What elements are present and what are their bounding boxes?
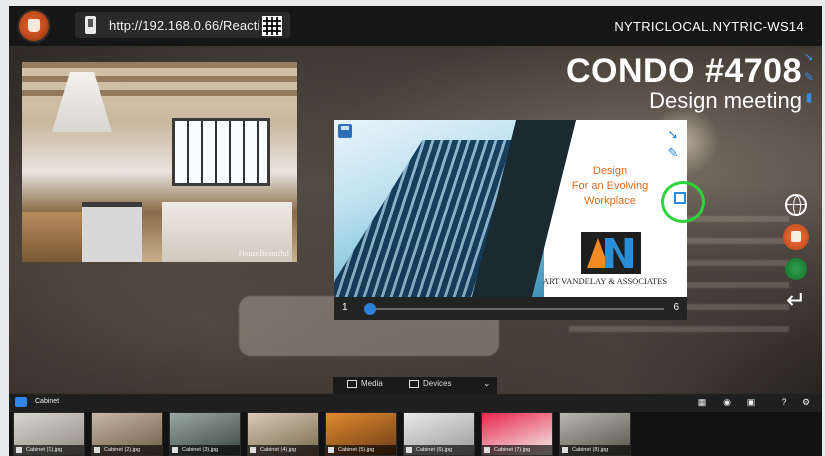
camera-icon[interactable]: ◉ xyxy=(722,397,732,407)
thumbnail-caption: Cabinet (8).jpg xyxy=(560,445,630,455)
url-box[interactable]: http://192.168.0.66/Reactiv xyxy=(75,12,290,38)
thumbnail-item[interactable]: Cabinet (2).jpg xyxy=(91,412,163,456)
folder-icon[interactable] xyxy=(15,397,27,407)
monitor-icon xyxy=(409,379,419,388)
presentation-title: CONDO #4708 xyxy=(565,52,802,90)
image-icon xyxy=(406,447,412,453)
pointer-icon[interactable]: ➘ xyxy=(665,126,681,144)
app-screen: http://192.168.0.66/Reactiv NYTRICLOCAL.… xyxy=(9,6,822,456)
slide-heading: Design For an Evolving Workplace xyxy=(562,164,658,209)
viewer-toolbar: ➘ ✎ xyxy=(665,126,681,162)
thumbnail-item[interactable]: Cabinet (7).jpg xyxy=(481,412,553,456)
thumbnail-item[interactable]: Cabinet (4).jpg xyxy=(247,412,319,456)
grid-icon[interactable]: ▦ xyxy=(697,397,707,407)
fullscreen-highlight-circle xyxy=(661,181,705,223)
slide-heading-line: Workplace xyxy=(584,195,636,207)
thumbnail-item[interactable]: Cabinet (8).jpg xyxy=(559,412,631,456)
folder-name: Cabinet xyxy=(35,398,60,405)
slider-handle[interactable] xyxy=(364,303,376,315)
image-icon xyxy=(250,447,256,453)
top-bar: http://192.168.0.66/Reactiv NYTRICLOCAL.… xyxy=(9,6,822,46)
thumbnail-item[interactable]: Cabinet (6).jpg xyxy=(403,412,475,456)
slide-heading-line: Design xyxy=(592,165,628,177)
pen-icon[interactable]: ✎ xyxy=(802,70,816,84)
hostname-label: NYTRICLOCAL.NYTRIC-WS14 xyxy=(614,19,804,34)
thumbnail-caption: Cabinet (2).jpg xyxy=(92,445,162,455)
media-bar: Cabinet ▦ ◉ ▣ ? ⚙ xyxy=(9,394,822,412)
settings-icon[interactable]: ⚙ xyxy=(801,397,811,407)
thumbnail-caption: Cabinet (1).jpg xyxy=(14,445,84,455)
tab-devices[interactable]: Devices xyxy=(409,379,451,388)
window-icon[interactable]: ▣ xyxy=(746,397,756,407)
chevron-down-icon[interactable]: ⌄ xyxy=(483,378,491,389)
slider-min-label: 1 xyxy=(342,302,348,313)
slider-track[interactable] xyxy=(364,308,664,310)
tab-devices-label: Devices xyxy=(423,379,452,388)
thumbnail-caption: Cabinet (5).jpg xyxy=(326,445,396,455)
thumbnail-caption: Cabinet (7).jpg xyxy=(482,445,552,455)
presentation-slide: Design For an Evolving Workplace ART VAN… xyxy=(334,120,687,297)
slider-max-label: 6 xyxy=(673,302,679,313)
thumbnail-caption: Cabinet (4).jpg xyxy=(248,445,318,455)
right-toolbar: ↵ xyxy=(782,194,810,322)
thumbnail-caption: Cabinet (6).jpg xyxy=(404,445,474,455)
thumbnail-strip: Cabinet (1).jpg Cabinet (2).jpg Cabinet (3… xyxy=(9,412,822,456)
kitchen-photo[interactable]: HouseBeautiful xyxy=(22,62,297,262)
trash-icon[interactable]: ▮ xyxy=(802,90,816,104)
presentation-title-block: CONDO #4708 Design meeting xyxy=(566,54,802,114)
company-name: ART VANDELAY & ASSOCIATES xyxy=(542,276,668,286)
image-icon xyxy=(94,447,100,453)
tab-media-label: Media xyxy=(361,379,383,388)
image-icon xyxy=(16,447,22,453)
document-viewer[interactable]: Design For an Evolving Workplace ART VAN… xyxy=(334,120,687,320)
page-slider[interactable]: 1 6 xyxy=(334,297,687,320)
qr-code-icon[interactable] xyxy=(262,16,282,36)
image-icon xyxy=(562,447,568,453)
tab-media[interactable]: Media xyxy=(347,379,383,388)
media-devices-tabs: Media Devices ⌄ xyxy=(333,377,497,394)
app-logo[interactable] xyxy=(19,11,49,41)
app-logo-icon[interactable] xyxy=(783,224,809,250)
globe-icon[interactable] xyxy=(785,194,807,216)
thumbnail-item[interactable]: Cabinet (5).jpg xyxy=(325,412,397,456)
presentation-subtitle: Design meeting xyxy=(649,88,802,113)
green-app-icon[interactable] xyxy=(785,258,807,280)
photo-watermark: HouseBeautiful xyxy=(238,249,289,258)
company-logo xyxy=(581,232,641,274)
image-icon xyxy=(484,447,490,453)
mobile-icon xyxy=(85,16,96,34)
image-icon xyxy=(347,379,357,388)
image-icon xyxy=(172,447,178,453)
url-text: http://192.168.0.66/Reactiv xyxy=(109,18,259,33)
edge-toolbar: ➘ ✎ ▮ xyxy=(802,50,818,110)
help-icon[interactable]: ? xyxy=(779,397,789,407)
back-arrow-icon[interactable]: ↵ xyxy=(783,288,809,314)
thumbnail-caption: Cabinet (3).jpg xyxy=(170,445,240,455)
pen-icon[interactable]: ✎ xyxy=(665,144,681,162)
pointer-icon[interactable]: ➘ xyxy=(802,50,816,64)
thumbnail-item[interactable]: Cabinet (3).jpg xyxy=(169,412,241,456)
image-icon xyxy=(328,447,334,453)
slide-heading-line: For an Evolving xyxy=(571,180,649,192)
save-icon[interactable] xyxy=(338,124,352,138)
thumbnail-item[interactable]: Cabinet (1).jpg xyxy=(13,412,85,456)
